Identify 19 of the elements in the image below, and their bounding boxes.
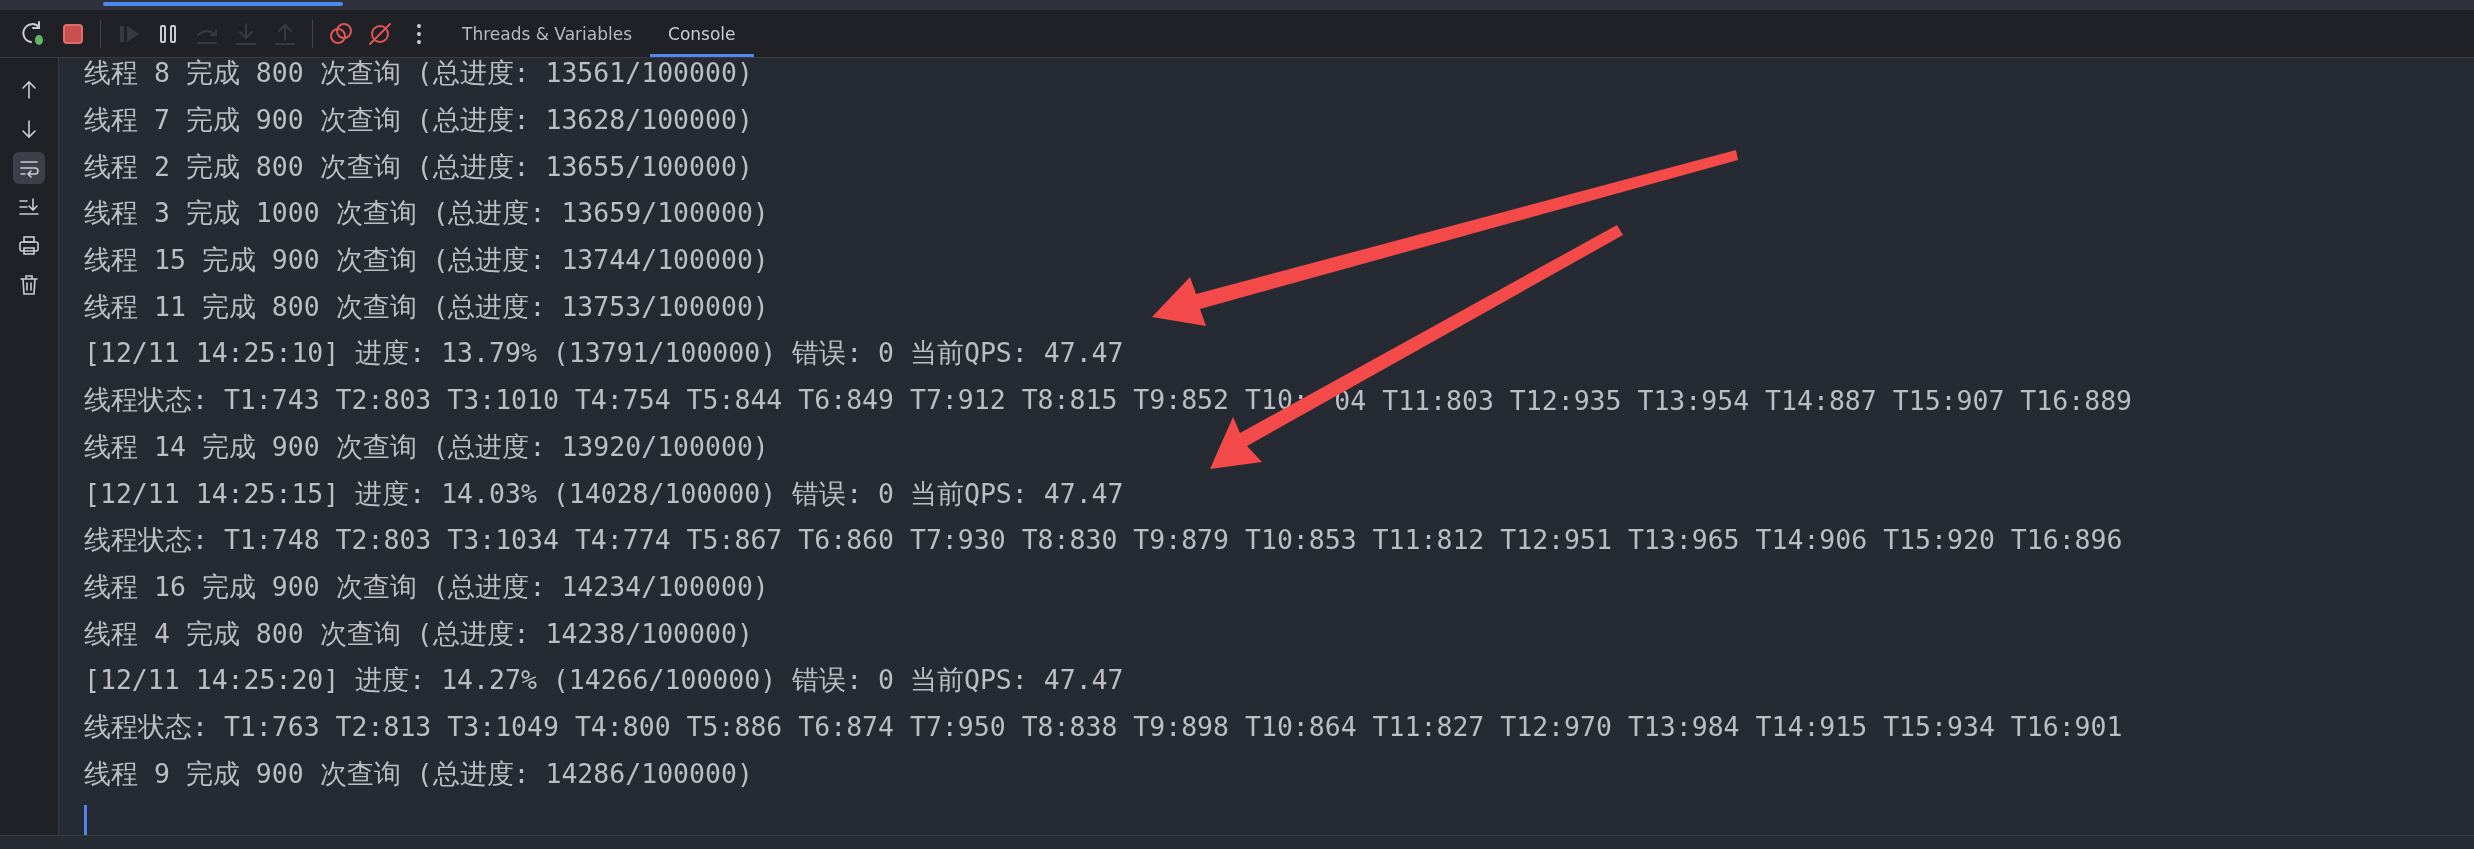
console-line: 线程 14 完成 900 次查询 (总进度: 13920/100000) [84,429,769,464]
console-line: 线程 11 完成 800 次查询 (总进度: 13753/100000) [84,289,769,324]
console-line: 线程 3 完成 1000 次查询 (总进度: 13659/100000) [84,196,769,231]
console-line: 线程 16 完成 900 次查询 (总进度: 14234/100000) [84,569,769,604]
console-line: 线程 7 完成 900 次查询 (总进度: 13628/100000) [84,103,753,138]
console-line: 线程 4 完成 800 次查询 (总进度: 14238/100000) [84,616,753,651]
console-line: [12/11 14:25:15] 进度: 14.03% (14028/100000) 错误: 0 当前QPS: 47.47 [84,476,1124,511]
console-line: [12/11 14:25:10] 进度: 13.79% (13791/100000) 错误: 0 当前QPS: 47.47 [84,336,1124,371]
panel-tab[interactable]: Console [650,10,754,57]
console-line: [12/11 14:25:20] 进度: 14.27% (14266/100000) 错误: 0 当前QPS: 47.47 [84,663,1124,698]
soft-wrap-icon[interactable] [13,152,45,184]
panel-tab[interactable]: Threads & Variables [444,10,651,57]
console-line: 线程状态: T1:748 T2:803 T3:1034 T4:774 T5:867 T6:860 T7:930 T8:830 T9:879 T10:853 T11:812 T12:951 T13:965 T14:906 T15:920 T16:896 [84,523,2123,558]
text-cursor [84,805,87,835]
console-line: 线程 9 完成 900 次查询 (总进度: 14286/100000) [84,756,753,791]
console-line: 线程 2 完成 800 次查询 (总进度: 13655/100000) [84,149,753,184]
console-line: 线程状态: T1:763 T2:813 T3:1049 T4:800 T5:886 T6:874 T7:950 T8:838 T9:898 T10:864 T11:827 T12:970 T13:984 T14:915 T15:934 T16:901 [84,709,2123,744]
console-line: 线程 15 完成 900 次查询 (总进度: 13744/100000) [84,243,769,278]
console-line: 线程 8 完成 800 次查询 (总进度: 13561/100000) [84,58,753,91]
